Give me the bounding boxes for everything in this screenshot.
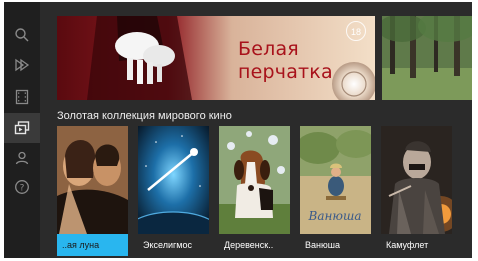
library-icon <box>14 121 30 135</box>
movie-card[interactable]: Ванюша Ванюша <box>300 126 371 256</box>
section-title: Золотая коллекция мирового кино <box>57 110 232 122</box>
sidebar-item-profile[interactable] <box>4 143 40 173</box>
movie-poster <box>219 126 290 234</box>
movie-poster <box>57 126 128 234</box>
movie-card[interactable]: ..ая луна <box>57 126 128 256</box>
svg-text:?: ? <box>20 183 25 193</box>
svg-text:Ванюша: Ванюша <box>308 209 362 223</box>
search-icon <box>15 28 29 42</box>
sidebar: ? <box>4 2 40 258</box>
sidebar-item-play[interactable] <box>4 50 40 80</box>
movie-title: Камуфлет <box>386 240 429 250</box>
age-rating-badge: 18 <box>346 21 366 41</box>
play-icon <box>15 58 30 72</box>
help-icon: ? <box>15 180 29 194</box>
next-banner[interactable] <box>382 16 472 100</box>
sidebar-item-film[interactable] <box>4 82 40 112</box>
movie-card[interactable]: Камуфлет <box>381 126 452 256</box>
sidebar-item-help[interactable]: ? <box>4 172 40 202</box>
movie-title: Экселигмос <box>143 240 192 250</box>
movie-poster <box>138 126 209 234</box>
movie-card[interactable]: Экселигмос <box>138 126 209 256</box>
film-icon <box>15 89 29 105</box>
featured-banner[interactable]: Белая перчатка 18 <box>57 16 375 100</box>
movie-card[interactable]: Деревенск.. <box>219 126 290 256</box>
sidebar-item-search[interactable] <box>4 20 40 50</box>
next-banner-image <box>382 16 472 100</box>
app-screen: ? Белая перчатка 18 Золотая коллекция ми… <box>4 2 472 258</box>
movie-title: ..ая луна <box>57 234 128 256</box>
movie-title: Деревенск.. <box>224 240 274 250</box>
banner-title: Белая перчатка <box>238 38 333 83</box>
movie-title: Ванюша <box>305 240 340 250</box>
movie-poster <box>381 126 452 234</box>
sidebar-item-library[interactable] <box>4 113 40 143</box>
movie-poster: Ванюша <box>300 126 371 234</box>
user-icon <box>15 151 29 165</box>
